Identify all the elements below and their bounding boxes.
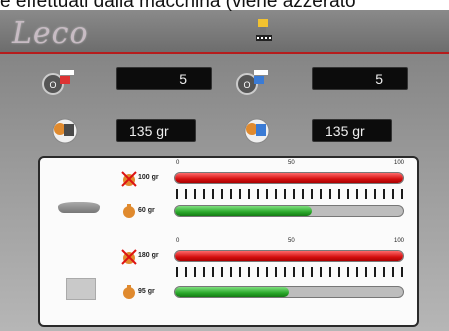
product1-scale-ticks <box>176 189 404 199</box>
product2-scale-ticks <box>176 267 404 277</box>
count-value-left: 5 <box>116 67 212 90</box>
svg-text:O: O <box>243 80 250 90</box>
machine-screen: Leco O 5 135 gr O 5 135 gr 0 50 100 100 … <box>0 10 449 331</box>
reject-dough-icon <box>121 249 137 265</box>
good-dough-icon <box>123 285 135 299</box>
scale-max-2: 100 <box>394 238 405 244</box>
product1-green-fill <box>175 206 312 216</box>
weight-icon-left <box>52 118 78 144</box>
product1-top-label: 100 gr <box>138 174 159 181</box>
product2-top-label: 180 gr <box>138 252 159 259</box>
stats-panel: 0 50 100 100 gr 60 gr 0 50 100 180 gr 95… <box>38 156 419 327</box>
brand-logo: Leco <box>12 16 89 51</box>
product2-bottom-label: 95 gr <box>138 288 155 295</box>
count-value-right: 5 <box>312 67 408 90</box>
scale-mid-2: 50 <box>288 238 295 244</box>
product1-green-bar <box>174 205 404 217</box>
weight-value-left: 135 gr <box>116 119 196 142</box>
scale-min-2: 0 <box>176 238 180 244</box>
counter-icon-left: O <box>42 70 74 95</box>
scale-min-1: 0 <box>176 160 180 166</box>
scale-max-1: 100 <box>394 160 405 166</box>
product2-red-bar <box>174 250 404 262</box>
product1-red-fill <box>175 173 403 183</box>
product-shape-round-icon <box>58 202 100 213</box>
header-bar: Leco <box>0 10 449 53</box>
reject-dough-icon <box>121 171 137 187</box>
machine-icon[interactable] <box>254 16 274 44</box>
good-dough-icon <box>123 204 135 218</box>
header-divider <box>0 52 449 54</box>
product2-green-bar <box>174 286 404 298</box>
svg-text:O: O <box>49 80 56 90</box>
weight-value-right: 135 gr <box>312 119 392 142</box>
caption-text: e effettuati dalla macchina (viene azzer… <box>0 0 356 12</box>
scale-mid-1: 50 <box>288 160 295 166</box>
product2-green-fill <box>175 287 289 297</box>
product-shape-square-icon <box>66 278 96 300</box>
weight-icon-right <box>244 118 270 144</box>
product1-bottom-label: 60 gr <box>138 207 155 214</box>
product1-red-bar <box>174 172 404 184</box>
product2-red-fill <box>175 251 403 261</box>
counter-icon-right: O <box>236 70 268 95</box>
